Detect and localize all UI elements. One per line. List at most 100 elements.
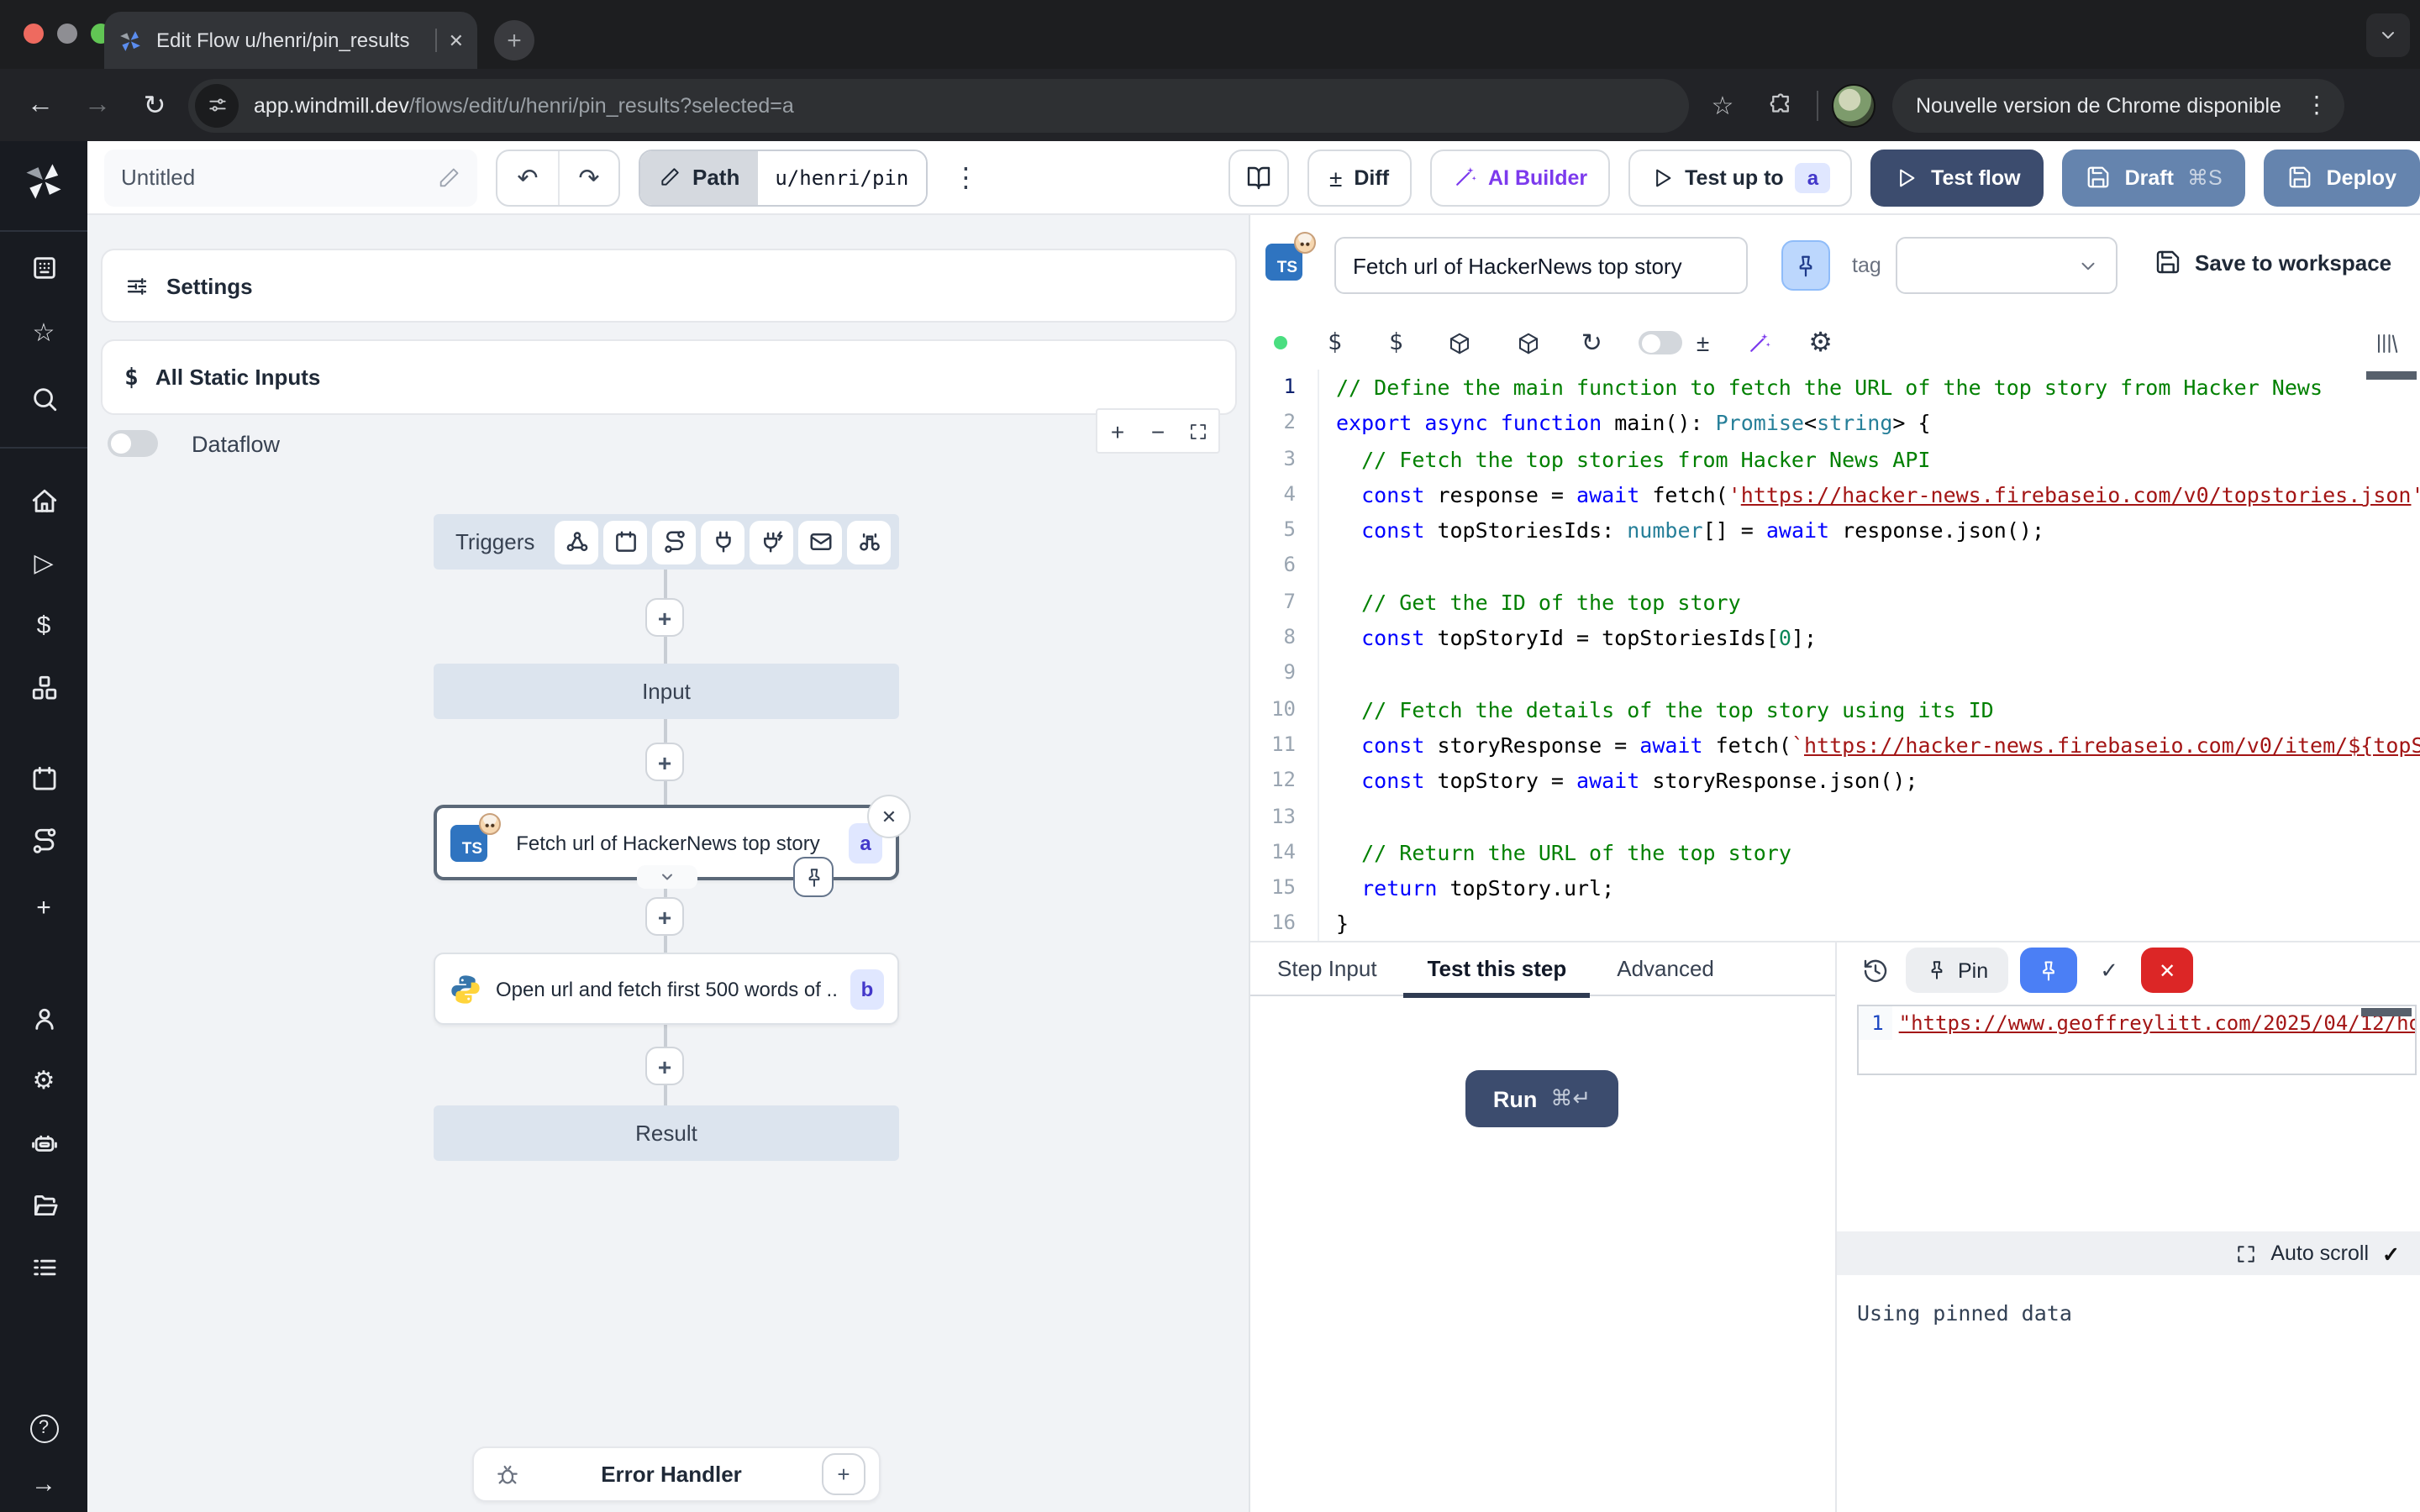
sidebar-user-button[interactable] — [17, 993, 71, 1043]
resources-button[interactable]: $ — [1389, 324, 1403, 361]
step-name-input[interactable]: Fetch url of HackerNews top story — [1334, 237, 1748, 294]
sidebar-grid-button[interactable] — [17, 242, 71, 292]
variables-button[interactable]: $ — [1328, 324, 1342, 361]
sidebar-help-button[interactable]: ? — [17, 1403, 71, 1453]
all-static-inputs-row[interactable]: $ All Static Inputs — [101, 339, 1237, 415]
pinned-data-editor[interactable]: 1 "https://www.geoffreylitt.com/2025/04/… — [1857, 1005, 2417, 1075]
add-step-button[interactable]: + — [645, 1047, 684, 1085]
ai-assist-button[interactable] — [1746, 324, 1771, 361]
expand-icon[interactable] — [2235, 1242, 2257, 1264]
docs-button[interactable] — [1228, 149, 1289, 206]
sidebar-search-button[interactable] — [17, 373, 71, 423]
add-step-button[interactable]: + — [645, 743, 684, 781]
browser-tab[interactable]: Edit Flow u/henri/pin_results ✕ — [104, 12, 477, 69]
chrome-update-button[interactable]: Nouvelle version de Chrome disponible ⋮ — [1892, 78, 2345, 132]
sidebar-arrow-right-button[interactable]: → — [17, 1458, 71, 1509]
trigger-calendar-button[interactable] — [603, 520, 647, 564]
pinned-editor-scrollbar[interactable] — [2361, 1008, 2412, 1016]
diff-mode-toggle[interactable] — [1639, 331, 1683, 354]
sidebar-folder-button[interactable] — [17, 1179, 71, 1230]
profile-avatar[interactable] — [1832, 83, 1876, 127]
pin-toggle-button[interactable] — [1781, 240, 1830, 291]
delete-step-button[interactable]: ✕ — [867, 795, 911, 838]
sidebar-star-button[interactable]: ☆ — [17, 307, 71, 358]
sidebar-robot-button[interactable] — [17, 1117, 71, 1168]
trigger-webhook-button[interactable] — [555, 520, 598, 564]
dataflow-toggle[interactable] — [108, 430, 158, 457]
triggers-node[interactable]: Triggers — [434, 514, 899, 570]
deploy-button[interactable]: Deploy — [2265, 149, 2420, 206]
tag-select[interactable] — [1896, 237, 2118, 294]
tab-search-button[interactable] — [2366, 13, 2410, 57]
package-button[interactable] — [1516, 324, 1541, 361]
windmill-logo[interactable] — [22, 160, 66, 203]
sidebar-calendar-button[interactable] — [17, 753, 71, 803]
fit-view-button[interactable] — [1178, 410, 1218, 452]
trigger-binoculars-button[interactable] — [847, 520, 891, 564]
sidebar-route-button[interactable] — [17, 815, 71, 865]
flow-name-input[interactable]: Untitled — [104, 149, 477, 206]
input-node[interactable]: Input — [434, 664, 899, 719]
code-editor[interactable]: 1// Define the main function to fetch th… — [1250, 370, 2420, 941]
result-node[interactable]: Result — [434, 1105, 899, 1161]
editor-settings-button[interactable]: ⚙ — [1808, 324, 1833, 361]
editor-scrollbar[interactable] — [2366, 371, 2417, 380]
sidebar-plus-button[interactable]: + — [17, 882, 71, 932]
zoom-in-button[interactable]: + — [1097, 410, 1138, 452]
error-handler-node[interactable]: Error Handler + — [472, 1446, 881, 1502]
reload-button[interactable]: ↻ — [131, 81, 178, 129]
close-tab-icon[interactable]: ✕ — [449, 29, 464, 51]
diff-button[interactable]: ± — [1697, 324, 1709, 361]
sidebar-list-button[interactable] — [17, 1242, 71, 1292]
browser-menu-icon[interactable]: ⋮ — [2298, 91, 2335, 119]
reset-button[interactable]: ↻ — [1581, 324, 1602, 361]
save-to-workspace-button[interactable]: Save to workspace — [2154, 249, 2391, 276]
draft-button[interactable]: Draft ⌘S — [2063, 149, 2246, 206]
undo-button[interactable]: ↶ — [497, 150, 558, 204]
minimize-window-button[interactable] — [57, 24, 77, 44]
ai-builder-button[interactable]: AI Builder — [1429, 149, 1609, 206]
add-step-button[interactable]: + — [645, 598, 684, 637]
close-pinned-button[interactable]: ✕ — [2141, 948, 2193, 993]
path-control[interactable]: Path u/henri/pin — [639, 149, 927, 206]
collapse-step-button[interactable] — [636, 865, 697, 889]
more-options-icon[interactable]: ⋮ — [945, 160, 986, 194]
new-tab-button[interactable]: + — [494, 20, 534, 60]
tab-advanced[interactable]: Advanced — [1617, 942, 1714, 995]
pin-button[interactable]: Pin — [1906, 948, 2008, 993]
diff-button[interactable]: ± Diff — [1307, 149, 1411, 206]
bookmark-star-icon[interactable]: ☆ — [1699, 81, 1746, 129]
add-step-button[interactable]: + — [645, 897, 684, 936]
sidebar-gear-button[interactable]: ⚙ — [17, 1055, 71, 1105]
trigger-route-button[interactable] — [652, 520, 696, 564]
tab-test-this-step[interactable]: Test this step — [1428, 942, 1567, 995]
redo-button[interactable]: ↷ — [558, 150, 618, 204]
flow-settings-row[interactable]: Settings — [101, 249, 1237, 323]
site-settings-button[interactable] — [195, 83, 239, 127]
forward-button[interactable]: → — [74, 81, 121, 129]
history-button[interactable] — [1857, 948, 1894, 993]
library-panel-button[interactable] — [2375, 324, 2400, 361]
add-error-handler-button[interactable]: + — [822, 1453, 865, 1495]
sidebar-cubes-button[interactable] — [17, 662, 71, 712]
step-node-a[interactable]: TS Fetch url of HackerNews top story a ✕ — [434, 805, 899, 880]
pinned-indicator[interactable] — [793, 857, 834, 897]
auto-scroll-chec k-icon[interactable]: ✓ — [2382, 1241, 2400, 1266]
address-bar[interactable]: app.windmill.dev/flows/edit/u/henri/pin_… — [188, 78, 1689, 132]
tab-step-input[interactable]: Step Input — [1277, 942, 1377, 995]
test-up-to-button[interactable]: Test up to a — [1628, 149, 1852, 206]
extensions-button[interactable] — [1756, 81, 1803, 129]
trigger-mail-button[interactable] — [798, 520, 842, 564]
sidebar-dollar-button[interactable]: $ — [17, 600, 71, 650]
close-window-button[interactable] — [24, 24, 44, 44]
accept-button[interactable]: ✓ — [2089, 948, 2129, 993]
trigger-plug-button[interactable] — [701, 520, 744, 564]
test-flow-button[interactable]: Test flow — [1870, 149, 2044, 206]
zoom-out-button[interactable]: − — [1138, 410, 1178, 452]
run-button[interactable]: Run ⌘↵ — [1465, 1070, 1618, 1127]
sidebar-home-button[interactable] — [17, 475, 71, 526]
trigger-plug-bolt-button[interactable] — [750, 520, 793, 564]
pin-active-button[interactable] — [2020, 948, 2077, 993]
package-button[interactable] — [1447, 324, 1472, 361]
step-node-b[interactable]: Open url and fetch first 500 words of ..… — [434, 953, 899, 1025]
